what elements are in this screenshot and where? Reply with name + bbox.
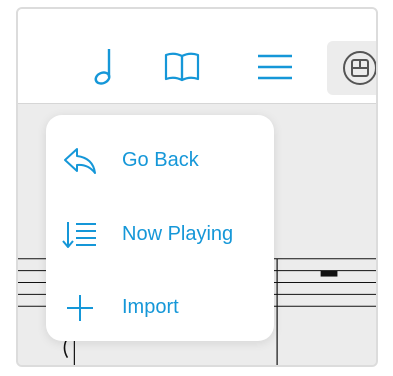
layout-icon [341,49,376,87]
now-playing-label: Now Playing [122,223,234,245]
music-note-icon[interactable] [84,47,124,87]
layout-toggle[interactable] [327,41,376,95]
import-label: Import [122,296,179,318]
book-icon[interactable] [162,47,202,87]
toolbar [18,9,376,104]
action-popover: Go Back Now Playing Import [46,115,274,341]
now-playing-menu-item[interactable]: Now Playing [46,205,274,265]
plus-icon [62,292,98,324]
hamburger-menu-icon[interactable] [255,47,295,87]
app-window: Go Back Now Playing Import [16,7,378,367]
import-menu-item[interactable]: Import [46,278,274,338]
now-playing-list-icon [62,219,98,251]
go-back-arrow-icon [62,145,98,177]
go-back-label: Go Back [122,149,199,171]
go-back-menu-item[interactable]: Go Back [46,131,274,191]
